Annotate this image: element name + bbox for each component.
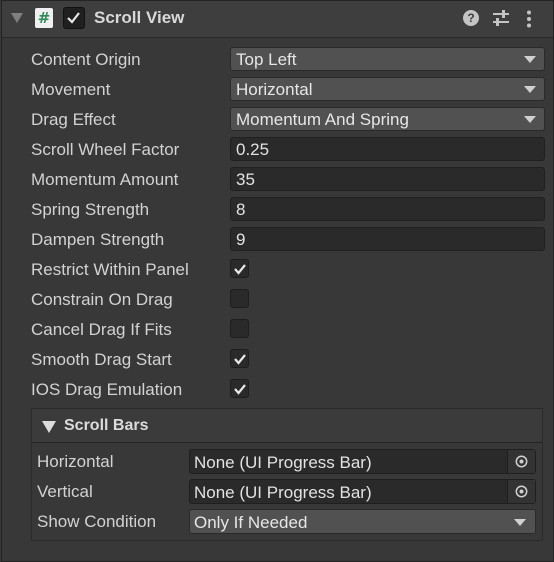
vertical-value: None (UI Progress Bar) [194,483,372,502]
movement-dropdown[interactable]: Horizontal [230,77,545,101]
dropdown-arrow-icon [524,56,536,63]
show-condition-value: Only If Needed [194,513,308,532]
vertical-object-field[interactable]: None (UI Progress Bar) [189,479,536,504]
dampen-strength-value: 9 [236,230,246,249]
movement-value: Horizontal [236,80,313,99]
horizontal-scrollbar-row: Horizontal None (UI Progress Bar) [37,449,537,475]
object-picker-button[interactable] [507,450,535,473]
vertical-scrollbar-row: Vertical None (UI Progress Bar) [37,479,537,505]
scroll-wheel-factor-field[interactable]: 0.25 [230,137,545,161]
scroll-wheel-factor-label: Scroll Wheel Factor [31,140,180,159]
dropdown-arrow-icon [514,519,526,526]
dropdown-arrow-icon [524,116,536,123]
spring-strength-field[interactable]: 8 [230,197,545,221]
preset-icon[interactable] [492,10,510,26]
checkmark-icon [234,264,246,275]
horizontal-object-field[interactable]: None (UI Progress Bar) [189,449,536,474]
momentum-amount-value: 35 [236,170,255,189]
cancel-drag-if-fits-label: Cancel Drag If Fits [31,320,172,339]
momentum-amount-row: Momentum Amount 35 [31,167,547,193]
constrain-on-drag-row: Constrain On Drag [31,287,547,313]
drag-effect-value: Momentum And Spring [236,110,409,129]
help-icon[interactable]: ? [463,10,479,26]
component-header[interactable]: # Scroll View ? [2,1,553,38]
dampen-strength-label: Dampen Strength [31,230,165,249]
scroll-bars-title: Scroll Bars [64,417,149,434]
spring-strength-value: 8 [236,200,246,219]
component-title: Scroll View [94,8,185,27]
checkmark-icon [67,12,80,24]
ios-drag-emulation-label: IOS Drag Emulation [31,380,183,399]
vertical-label: Vertical [37,482,93,501]
content-origin-dropdown[interactable]: Top Left [230,47,545,71]
content-origin-label: Content Origin [31,50,141,69]
target-icon [515,485,528,498]
script-icon: # [35,8,53,28]
ios-drag-emulation-checkbox[interactable] [230,379,249,398]
restrict-within-panel-row: Restrict Within Panel [31,257,547,283]
show-condition-row: Show Condition Only If Needed [37,509,537,535]
content-origin-row: Content Origin Top Left [31,47,547,73]
fold-toggle-icon[interactable] [42,421,56,433]
horizontal-value: None (UI Progress Bar) [194,453,372,472]
smooth-drag-start-row: Smooth Drag Start [31,347,547,373]
target-icon [515,455,528,468]
dampen-strength-row: Dampen Strength 9 [31,227,547,253]
scroll-wheel-factor-value: 0.25 [236,140,270,159]
checkmark-icon [234,384,246,395]
movement-row: Movement Horizontal [31,77,547,103]
drag-effect-label: Drag Effect [31,110,116,129]
show-condition-label: Show Condition [37,512,157,531]
drag-effect-dropdown[interactable]: Momentum And Spring [230,107,545,131]
momentum-amount-field[interactable]: 35 [230,167,545,191]
drag-effect-row: Drag Effect Momentum And Spring [31,107,547,133]
spring-strength-label: Spring Strength [31,200,150,219]
scroll-bars-header[interactable]: Scroll Bars [32,409,542,443]
scroll-view-component: # Scroll View ? Content Origin Top Left [1,0,554,562]
component-enabled-checkbox[interactable] [63,7,85,29]
object-picker-button[interactable] [507,480,535,503]
content-origin-value: Top Left [236,50,297,69]
smooth-drag-start-checkbox[interactable] [230,349,249,368]
scroll-bars-section: Scroll Bars Horizontal None (UI Progress… [31,408,543,541]
restrict-within-panel-label: Restrict Within Panel [31,260,189,279]
momentum-amount-label: Momentum Amount [31,170,179,189]
checkmark-icon [234,354,246,365]
constrain-on-drag-checkbox[interactable] [230,289,249,308]
cancel-drag-if-fits-row: Cancel Drag If Fits [31,317,547,343]
cancel-drag-if-fits-checkbox[interactable] [230,319,249,338]
movement-label: Movement [31,80,111,99]
horizontal-label: Horizontal [37,452,114,471]
fold-toggle-icon[interactable] [11,13,23,23]
ios-drag-emulation-row: IOS Drag Emulation [31,377,547,403]
context-menu-icon[interactable] [526,10,532,28]
restrict-within-panel-checkbox[interactable] [230,259,249,278]
dampen-strength-field[interactable]: 9 [230,227,545,251]
scroll-wheel-factor-row: Scroll Wheel Factor 0.25 [31,137,547,163]
smooth-drag-start-label: Smooth Drag Start [31,350,172,369]
constrain-on-drag-label: Constrain On Drag [31,290,173,309]
spring-strength-row: Spring Strength 8 [31,197,547,223]
dropdown-arrow-icon [524,86,536,93]
show-condition-dropdown[interactable]: Only If Needed [189,509,536,534]
